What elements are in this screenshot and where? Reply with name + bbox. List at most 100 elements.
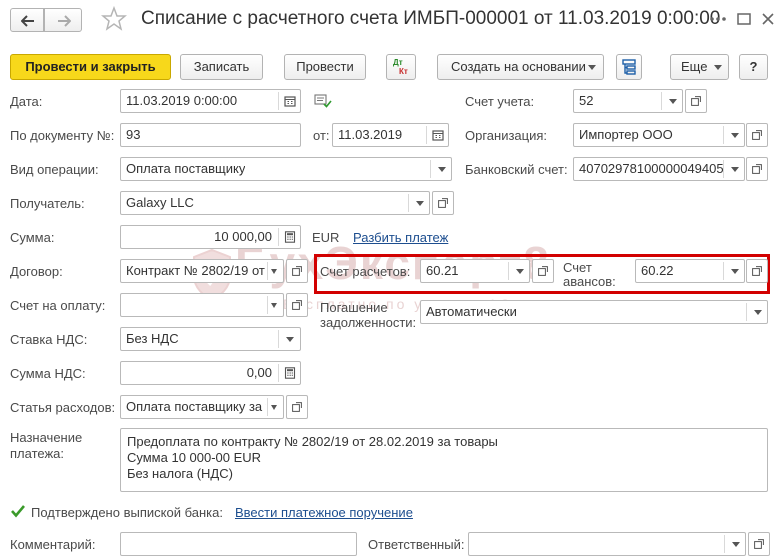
bank-account-value: 40702978100000049405, bbox=[579, 161, 724, 176]
chevron-down-icon[interactable] bbox=[416, 201, 424, 206]
organization-open-button[interactable] bbox=[746, 123, 768, 147]
from-date-label: от: bbox=[313, 128, 330, 143]
invoice-open-button[interactable] bbox=[286, 293, 308, 317]
create-based-on-button[interactable]: Создать на основании bbox=[437, 54, 604, 80]
expense-item-field[interactable]: Оплата поставщику за т bbox=[120, 395, 284, 419]
currency-label: EUR bbox=[312, 230, 340, 245]
settlement-account-field[interactable]: 60.21 bbox=[420, 259, 530, 283]
close-icon[interactable] bbox=[758, 9, 778, 29]
chevron-down-icon[interactable] bbox=[731, 133, 739, 138]
post-and-close-button[interactable]: Провести и закрыть bbox=[10, 54, 171, 80]
calculator-icon[interactable] bbox=[284, 367, 296, 379]
open-window-icon bbox=[292, 300, 302, 310]
history-icon[interactable] bbox=[314, 94, 332, 108]
open-window-icon bbox=[538, 266, 548, 276]
chevron-down-icon[interactable] bbox=[438, 167, 446, 172]
doc-number-label: По документу №: bbox=[10, 128, 115, 143]
invoice-field[interactable] bbox=[120, 293, 284, 317]
contract-open-button[interactable] bbox=[286, 259, 308, 283]
structure-button[interactable] bbox=[616, 54, 642, 80]
advance-account-open-button[interactable] bbox=[746, 259, 768, 283]
responsible-open-button[interactable] bbox=[748, 532, 770, 556]
open-window-icon bbox=[752, 266, 762, 276]
advance-account-field[interactable]: 60.22 bbox=[635, 259, 745, 283]
recipient-value: Galaxy LLC bbox=[126, 195, 194, 210]
responsible-label: Ответственный: bbox=[368, 537, 465, 552]
chevron-down-icon[interactable] bbox=[731, 167, 739, 172]
date-field[interactable]: 11.03.2019 0:00:00 bbox=[120, 89, 301, 113]
forward-button[interactable] bbox=[44, 8, 82, 32]
favorite-star-icon[interactable] bbox=[100, 5, 128, 32]
from-date-field[interactable]: 11.03.2019 bbox=[332, 123, 449, 147]
operation-type-field[interactable]: Оплата поставщику bbox=[120, 157, 452, 181]
help-button[interactable]: ? bbox=[739, 54, 768, 80]
vat-rate-label: Ставка НДС: bbox=[10, 332, 88, 347]
settlement-account-open-button[interactable] bbox=[532, 259, 554, 283]
dt-kt-button[interactable]: Дт Кт bbox=[386, 54, 416, 80]
responsible-field[interactable] bbox=[468, 532, 746, 556]
payment-purpose-textarea[interactable]: Предоплата по контракту № 2802/19 от 28.… bbox=[120, 428, 768, 492]
post-button[interactable]: Провести bbox=[284, 54, 366, 80]
organization-field[interactable]: Импортер ООО bbox=[573, 123, 745, 147]
more-button[interactable]: Еще bbox=[670, 54, 729, 80]
bank-account-field[interactable]: 40702978100000049405, bbox=[573, 157, 745, 181]
chevron-down-icon[interactable] bbox=[516, 269, 524, 274]
vat-amount-value: 0,00 bbox=[246, 365, 272, 380]
contract-label: Договор: bbox=[10, 264, 63, 279]
chevron-down-icon[interactable] bbox=[271, 303, 277, 308]
window-menu-icon[interactable] bbox=[708, 9, 728, 29]
amount-field[interactable]: 10 000,00 bbox=[120, 225, 301, 249]
comment-label: Комментарий: bbox=[10, 537, 96, 552]
arrow-right-icon bbox=[58, 15, 71, 27]
open-window-icon bbox=[438, 198, 448, 208]
write-button[interactable]: Записать bbox=[180, 54, 263, 80]
advance-account-label-2: авансов: bbox=[563, 274, 616, 289]
debt-repayment-value: Автоматически bbox=[426, 304, 517, 319]
enter-payment-order-link[interactable]: Ввести платежное поручение bbox=[235, 505, 413, 520]
invoice-label: Счет на оплату: bbox=[10, 298, 106, 313]
payment-purpose-label-2: платежа: bbox=[10, 446, 64, 461]
maximize-icon[interactable] bbox=[734, 9, 754, 29]
account-open-button[interactable] bbox=[685, 89, 707, 113]
payment-purpose-line: Предоплата по контракту № 2802/19 от 28.… bbox=[127, 434, 498, 449]
organization-value: Импортер ООО bbox=[579, 127, 673, 142]
chevron-down-icon[interactable] bbox=[286, 337, 294, 342]
amount-value: 10 000,00 bbox=[214, 229, 272, 244]
open-window-icon bbox=[752, 130, 762, 140]
bank-confirmed-checkbox[interactable] bbox=[10, 503, 26, 519]
recipient-open-button[interactable] bbox=[432, 191, 454, 215]
window-title: Списание с расчетного счета ИМБП-000001 … bbox=[141, 8, 721, 29]
chevron-down-icon[interactable] bbox=[669, 99, 677, 104]
expense-item-value: Оплата поставщику за т bbox=[126, 399, 266, 414]
account-label: Счет учета: bbox=[465, 94, 535, 109]
more-label: Еще bbox=[681, 59, 708, 74]
chevron-down-icon[interactable] bbox=[732, 542, 740, 547]
calendar-icon[interactable] bbox=[284, 95, 296, 107]
chevron-down-icon[interactable] bbox=[271, 269, 277, 274]
settlement-account-label: Счет расчетов: bbox=[320, 264, 411, 279]
expense-item-open-button[interactable] bbox=[286, 395, 308, 419]
chevron-down-icon bbox=[588, 65, 596, 70]
settlement-account-value: 60.21 bbox=[426, 263, 459, 278]
chevron-down-icon[interactable] bbox=[731, 269, 739, 274]
amount-label: Сумма: bbox=[10, 230, 55, 245]
chevron-down-icon[interactable] bbox=[754, 310, 762, 315]
contract-field[interactable]: Контракт № 2802/19 от 2 bbox=[120, 259, 284, 283]
from-date-value: 11.03.2019 bbox=[338, 127, 403, 142]
date-value: 11.03.2019 0:00:00 bbox=[126, 93, 238, 108]
debt-repayment-field[interactable]: Автоматически bbox=[420, 300, 768, 324]
bank-account-open-button[interactable] bbox=[746, 157, 768, 181]
comment-field[interactable] bbox=[120, 532, 357, 556]
calculator-icon[interactable] bbox=[284, 231, 296, 243]
open-window-icon bbox=[292, 266, 302, 276]
account-field[interactable]: 52 bbox=[573, 89, 683, 113]
split-payment-link[interactable]: Разбить платеж bbox=[353, 230, 448, 245]
vat-amount-field[interactable]: 0,00 bbox=[120, 361, 301, 385]
back-button[interactable] bbox=[10, 8, 44, 32]
chevron-down-icon[interactable] bbox=[271, 405, 277, 410]
recipient-field[interactable]: Galaxy LLC bbox=[120, 191, 430, 215]
open-window-icon bbox=[691, 96, 701, 106]
calendar-icon[interactable] bbox=[432, 129, 444, 141]
vat-rate-field[interactable]: Без НДС bbox=[120, 327, 301, 351]
doc-number-field[interactable]: 93 bbox=[120, 123, 301, 147]
